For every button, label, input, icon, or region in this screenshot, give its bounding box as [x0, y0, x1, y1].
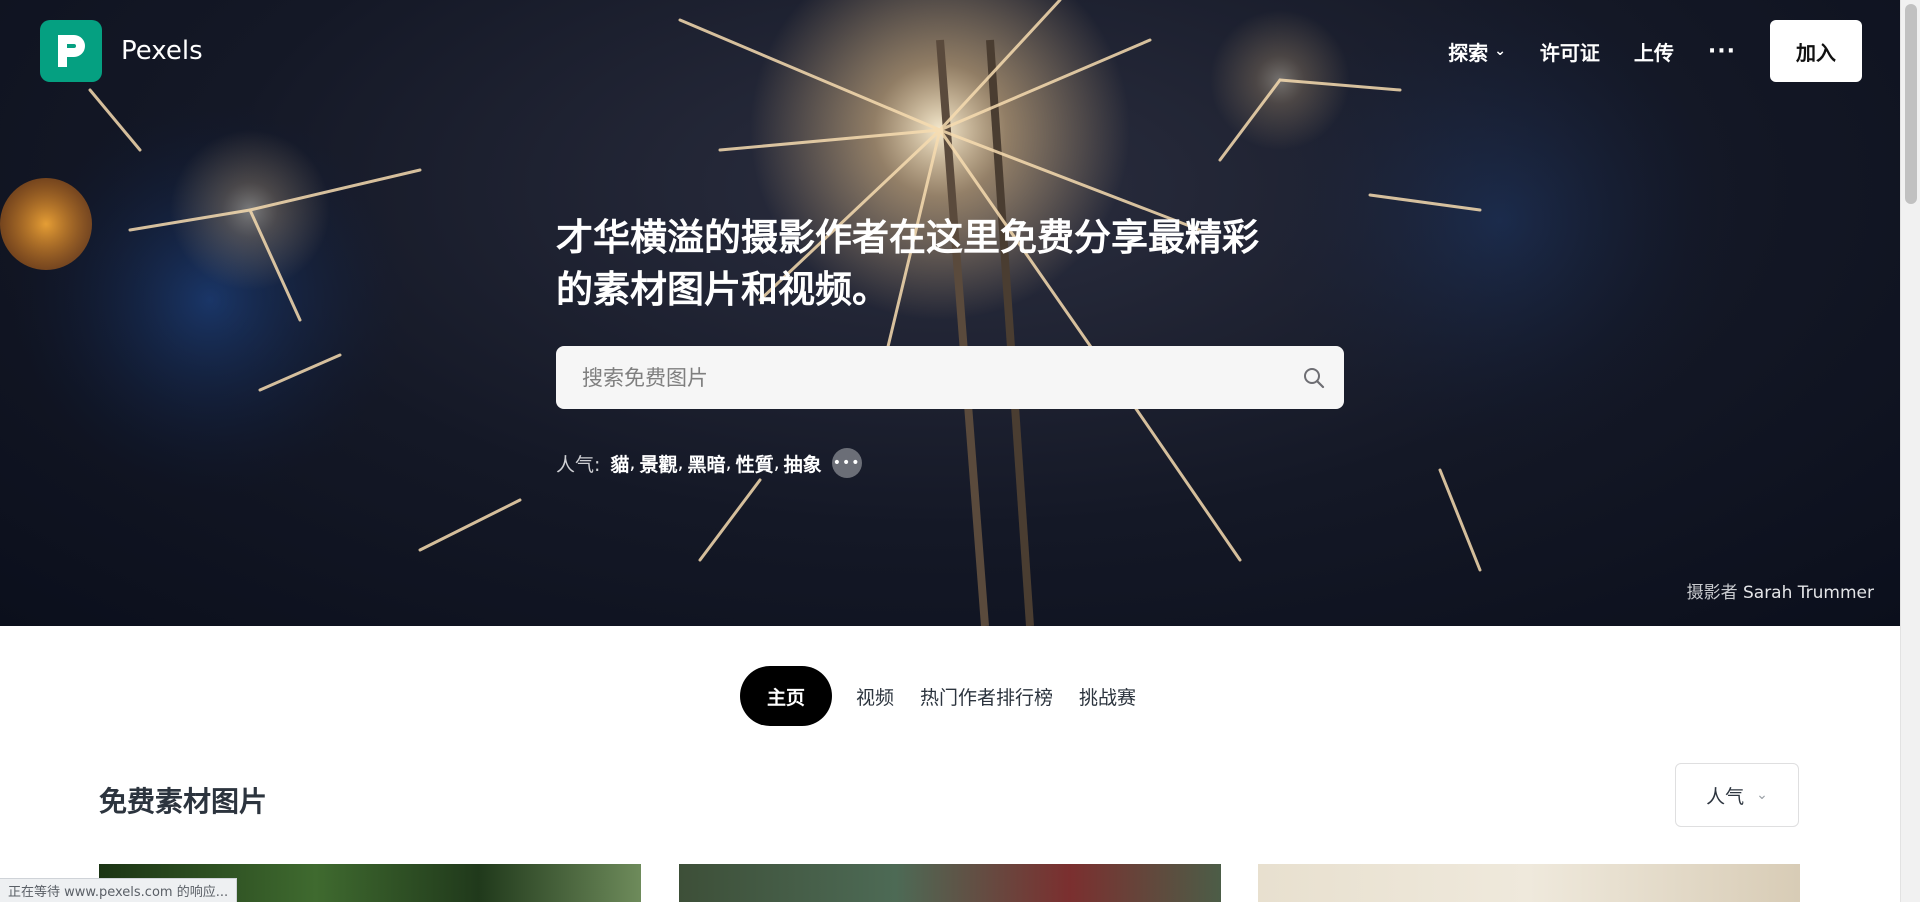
nav-explore[interactable]: 探索 ⌄	[1448, 37, 1506, 66]
tab-videos[interactable]: 视频	[856, 683, 894, 710]
photo-credit[interactable]: 摄影者 Sarah Trummer	[1687, 578, 1874, 603]
tab-challenges[interactable]: 挑战赛	[1079, 683, 1136, 710]
more-tags-icon[interactable]: •••	[831, 448, 862, 478]
chevron-down-icon: ⌄	[1494, 43, 1506, 59]
popular-tag[interactable]: 性質	[736, 450, 774, 477]
tab-leaderboard[interactable]: 热门作者排行榜	[920, 683, 1053, 710]
section-title: 免费素材图片	[99, 785, 268, 818]
popular-searches: 人气: 貓, 景觀, 黑暗, 性質, 抽象 •••	[556, 448, 862, 478]
tab-home[interactable]: 主页	[740, 666, 832, 726]
sort-label: 人气	[1706, 785, 1745, 808]
brand-name[interactable]: Pexels	[121, 36, 203, 66]
popular-tag[interactable]: 黑暗	[688, 450, 726, 477]
join-button[interactable]: 加入	[1770, 20, 1862, 82]
more-menu-icon[interactable]: ···	[1708, 39, 1736, 64]
browser-status-bar: 正在等待 www.pexels.com 的响应...	[0, 878, 238, 902]
nav-license[interactable]: 许可证	[1540, 37, 1600, 66]
popular-label: 人气:	[556, 453, 601, 476]
sort-dropdown[interactable]: 人气 ⌄	[1675, 763, 1799, 827]
pexels-logo-icon[interactable]	[40, 20, 102, 82]
hero-title-line-2: 的素材图片和视频。	[556, 268, 889, 311]
photo-thumbnail[interactable]	[1258, 864, 1800, 902]
nav-explore-label: 探索	[1448, 40, 1489, 65]
photo-thumbnail[interactable]	[679, 864, 1221, 902]
credit-prefix: 摄影者	[1686, 583, 1738, 603]
hero-title: 才华横溢的摄影作者在这里免费分享最精彩 的素材图片和视频。	[556, 212, 1356, 316]
scrollbar-thumb[interactable]	[1905, 4, 1917, 204]
popular-tag[interactable]: 貓	[610, 450, 629, 477]
chevron-down-icon: ⌄	[1756, 787, 1768, 803]
nav-upload[interactable]: 上传	[1634, 37, 1674, 66]
content-tabs: 主页 视频 热门作者排行榜 挑战赛	[740, 666, 1162, 726]
popular-tag[interactable]: 景觀	[639, 450, 677, 477]
main-nav: 探索 ⌄ 许可证 上传 ··· 加入	[1414, 20, 1862, 82]
hero-title-line-1: 才华横溢的摄影作者在这里免费分享最精彩	[556, 216, 1259, 259]
page-scrollbar[interactable]	[1900, 0, 1920, 902]
search-icon[interactable]	[1284, 346, 1344, 409]
credit-name: Sarah Trummer	[1742, 583, 1874, 603]
top-navbar: Pexels 探索 ⌄ 许可证 上传 ··· 加入	[0, 0, 1900, 100]
search-input[interactable]	[556, 346, 1284, 409]
page: Pexels 探索 ⌄ 许可证 上传 ··· 加入 才华横溢的摄影作者在这里免费…	[0, 0, 1920, 902]
popular-tag[interactable]: 抽象	[784, 450, 822, 477]
search-bar	[556, 346, 1344, 409]
hero-section: Pexels 探索 ⌄ 许可证 上传 ··· 加入 才华横溢的摄影作者在这里免费…	[0, 0, 1900, 626]
